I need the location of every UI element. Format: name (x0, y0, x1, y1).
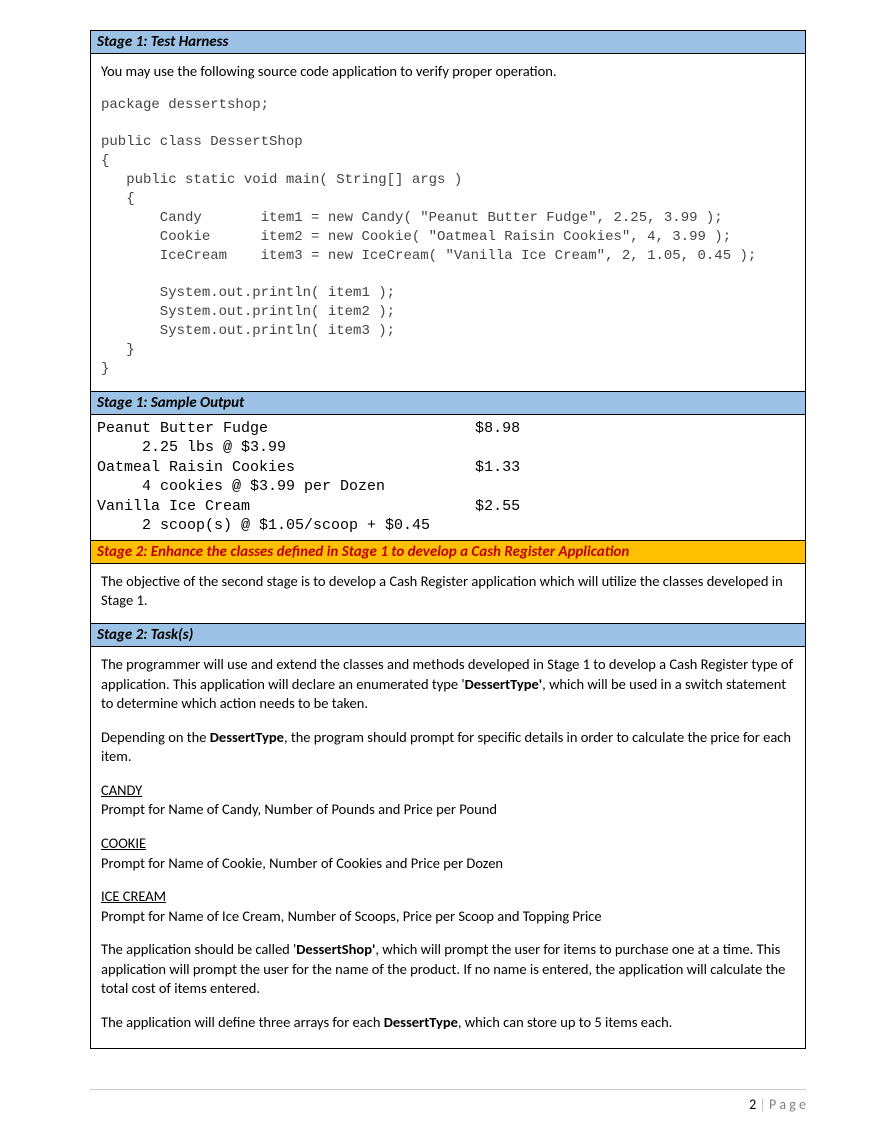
cookie-heading: COOKIE (101, 834, 146, 852)
candy-text: Prompt for Name of Candy, Number of Poun… (101, 800, 497, 818)
candy-block: CANDY Prompt for Name of Candy, Number o… (101, 781, 795, 820)
stage2-objective: The objective of the second stage is to … (101, 572, 783, 610)
tasks-p3: The application should be called 'Desser… (101, 940, 795, 999)
footer-label: P a g e (769, 1096, 806, 1113)
page-number: 2 (749, 1096, 756, 1113)
header-stage2-title: Stage 2: Enhance the classes defined in … (91, 540, 805, 564)
tasks-p4: The application will define three arrays… (101, 1013, 795, 1033)
page-footer: 2 | P a g e (90, 1089, 806, 1113)
icecream-block: ICE CREAM Prompt for Name of Ice Cream, … (101, 887, 795, 926)
sample-output: Peanut Butter Fudge $8.98 2.25 lbs @ $3.… (91, 415, 805, 540)
header-stage1-harness: Stage 1: Test Harness (91, 31, 805, 54)
cookie-block: COOKIE Prompt for Name of Cookie, Number… (101, 834, 795, 873)
tasks-p1: The programmer will use and extend the c… (101, 655, 795, 714)
harness-intro: You may use the following source code ap… (101, 62, 795, 82)
cookie-text: Prompt for Name of Cookie, Number of Coo… (101, 854, 503, 872)
header-stage1-output: Stage 1: Sample Output (91, 391, 805, 415)
section-stage2-objective: The objective of the second stage is to … (91, 564, 805, 623)
text: The application will define three arrays… (101, 1013, 384, 1031)
section-stage2-tasks: The programmer will use and extend the c… (91, 647, 805, 1048)
text-bold: DessertType (210, 728, 284, 746)
code-block: package dessertshop; public class Desser… (101, 96, 795, 379)
text-bold: DessertType' (465, 675, 543, 693)
text-bold: DessertType (384, 1013, 458, 1031)
icecream-text: Prompt for Name of Ice Cream, Number of … (101, 907, 602, 925)
section-harness: You may use the following source code ap… (91, 54, 805, 391)
text: Depending on the (101, 728, 210, 746)
icecream-heading: ICE CREAM (101, 887, 166, 905)
candy-heading: CANDY (101, 781, 142, 799)
header-stage2-tasks: Stage 2: Task(s) (91, 623, 805, 647)
document-table: Stage 1: Test Harness You may use the fo… (90, 30, 806, 1049)
tasks-p2: Depending on the DessertType, the progra… (101, 728, 795, 767)
text-bold: DessertShop' (296, 940, 375, 958)
text: , which can store up to 5 items each. (458, 1013, 672, 1031)
footer-separator: | (756, 1096, 769, 1113)
text: The application should be called ' (101, 940, 296, 958)
